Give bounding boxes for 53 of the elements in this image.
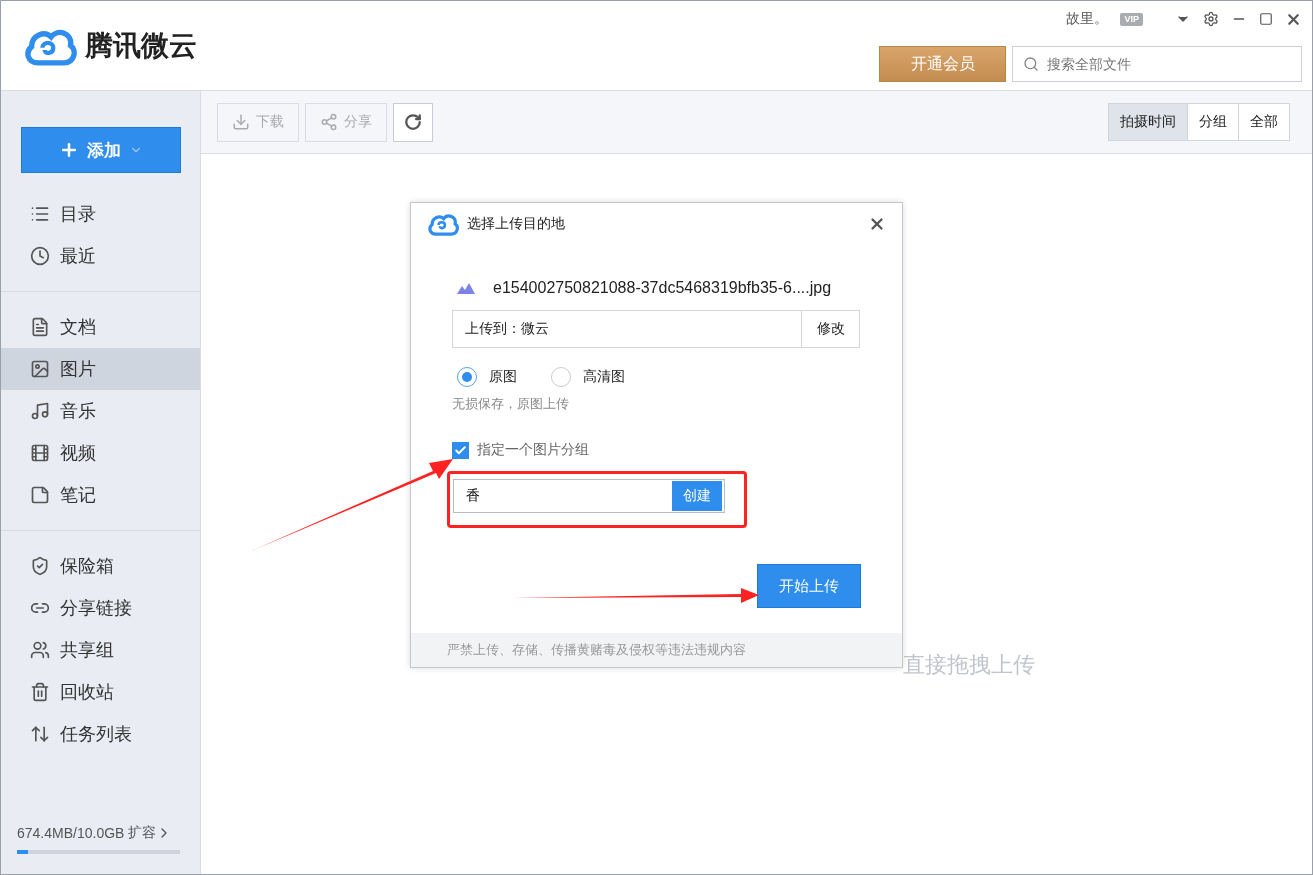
view-tab[interactable]: 全部 [1238,103,1290,141]
vip-badge: VIP [1120,12,1143,26]
check-icon [454,443,467,457]
cloud-logo-icon [427,211,459,237]
view-tab[interactable]: 拍摄时间 [1108,103,1188,141]
group-icon [30,640,50,660]
footer-notice: 严禁上传、存储、传播黄赌毒及侵权等违法违规内容 [447,641,746,659]
settings-icon[interactable] [1203,11,1219,27]
note-icon [30,485,50,505]
destination-field: 上传到：微云 修改 [452,310,860,348]
video-icon [30,443,50,463]
sidebar-item[interactable]: 任务列表 [1,713,200,755]
refresh-icon [404,113,422,131]
app-name: 腾讯微云 [85,28,197,63]
maximize-icon[interactable] [1259,12,1273,26]
plus-icon [59,140,79,160]
sidebar-item[interactable]: 分享链接 [1,587,200,629]
quality-option[interactable]: 高清图 [551,367,625,387]
refresh-button[interactable] [393,102,433,142]
share-icon [320,113,338,131]
sidebar-item[interactable]: 图片 [1,348,200,390]
image-icon [457,281,475,294]
sidebar-item[interactable]: 笔记 [1,474,200,516]
storage-usage: 674.4MB/10.0GB [17,825,125,841]
user-name[interactable]: 故里。 [1066,10,1109,28]
sidebar-item[interactable]: 文档 [1,306,200,348]
download-icon [232,113,250,131]
sidebar-item[interactable]: 保险箱 [1,545,200,587]
doc-icon [30,317,50,337]
sidebar-item[interactable]: 共享组 [1,629,200,671]
quality-option[interactable]: 原图 [457,367,517,387]
empty-hint: 直接拖拽上传 [903,652,1035,677]
music-icon [30,401,50,421]
catalog-icon [30,204,50,224]
sidebar-item[interactable]: 视频 [1,432,200,474]
sidebar-item[interactable]: 回收站 [1,671,200,713]
image-icon [30,359,50,379]
search-field[interactable]: 搜索全部文件 [1012,46,1302,82]
file-name: e154002750821088-37dc5468319bfb35-6....jpg [493,278,832,297]
group-name-field[interactable]: 香 创建 [453,479,725,513]
view-tab[interactable]: 分组 [1187,103,1239,141]
recent-icon [30,246,50,266]
sidebar-item[interactable]: 最近 [1,235,200,277]
checkbox[interactable] [452,441,469,459]
expand-storage-link[interactable]: 扩容 [128,824,173,842]
dialog-title: 选择上传目的地 [467,215,566,233]
search-icon [1023,56,1039,72]
trash-icon [30,682,50,702]
close-icon[interactable] [868,215,886,233]
sidebar-item[interactable]: 目录 [1,193,200,235]
group-option[interactable]: 指定一个图片分组 [452,441,860,459]
quality-note: 无损保存，原图上传 [452,395,570,413]
sidebar-item[interactable]: 音乐 [1,390,200,432]
